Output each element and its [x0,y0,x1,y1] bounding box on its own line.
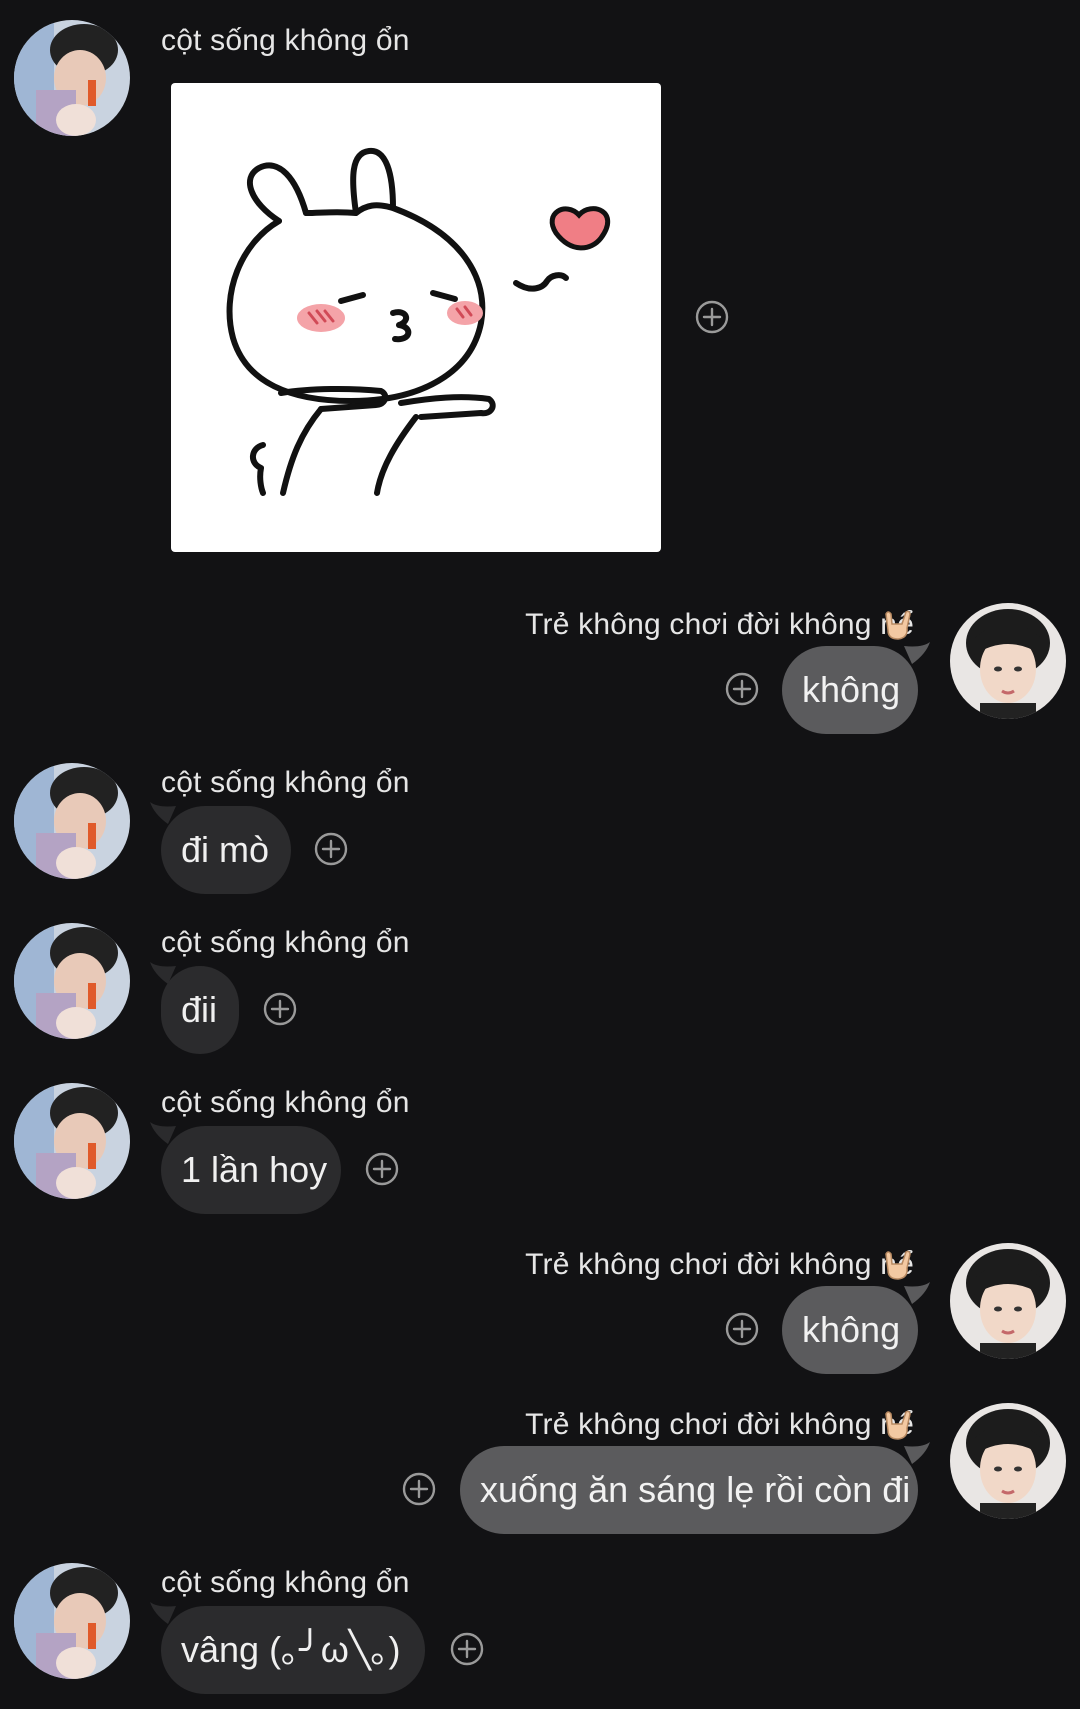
avatar-left[interactable] [14,20,130,136]
bubble-tail [150,962,176,984]
sender-name: Trẻ không chơi đời không nể [414,1408,914,1442]
sender-name-text: Trẻ không chơi đời không nể [525,1408,914,1441]
sender-name: Trẻ không chơi đời không nể [414,1248,914,1282]
avatar-left[interactable] [14,763,130,879]
add-reaction-icon[interactable] [263,992,297,1026]
add-reaction-icon[interactable] [402,1472,436,1506]
bubble-tail [904,642,930,664]
message-bubble-outgoing[interactable]: xuống ăn sáng lẹ rồi còn đi [460,1446,918,1534]
bunny-kiss-sticker[interactable] [171,83,661,552]
avatar-left[interactable] [14,1083,130,1199]
add-reaction-icon[interactable] [365,1152,399,1186]
sender-name: cột sống không ổn [161,24,410,57]
sender-name-text: Trẻ không chơi đời không nể [525,1248,914,1281]
avatar-right[interactable] [950,603,1066,719]
sender-name: cột sống không ổn [161,766,410,799]
rock-hand-emoji [885,610,911,640]
bubble-tail [150,1602,176,1624]
add-reaction-icon[interactable] [725,1312,759,1346]
sender-name: cột sống không ổn [161,1086,410,1119]
avatar-right[interactable] [950,1403,1066,1519]
bubble-tail [150,802,176,824]
add-reaction-icon[interactable] [450,1632,484,1666]
bubble-tail [904,1282,930,1304]
message-bubble-incoming[interactable]: 1 lần hoy [161,1126,341,1214]
message-bubble-outgoing[interactable]: không [782,1286,918,1374]
avatar-left[interactable] [14,923,130,1039]
rock-hand-emoji [885,1250,911,1280]
sender-name-text: Trẻ không chơi đời không nể [525,608,914,641]
message-bubble-incoming[interactable]: vâng (｡╯ω╲｡) [161,1606,425,1694]
sender-name: cột sống không ổn [161,926,410,959]
bubble-tail [904,1442,930,1464]
add-reaction-icon[interactable] [314,832,348,866]
message-bubble-incoming[interactable]: đi mò [161,806,291,894]
sender-name: Trẻ không chơi đời không nể [414,608,914,642]
avatar-right[interactable] [950,1243,1066,1359]
sender-name: cột sống không ổn [161,1566,410,1599]
avatar-left[interactable] [14,1563,130,1679]
message-bubble-outgoing[interactable]: không [782,646,918,734]
add-reaction-icon[interactable] [695,300,729,334]
bubble-tail [150,1122,176,1144]
rock-hand-emoji [885,1410,911,1440]
add-reaction-icon[interactable] [725,672,759,706]
